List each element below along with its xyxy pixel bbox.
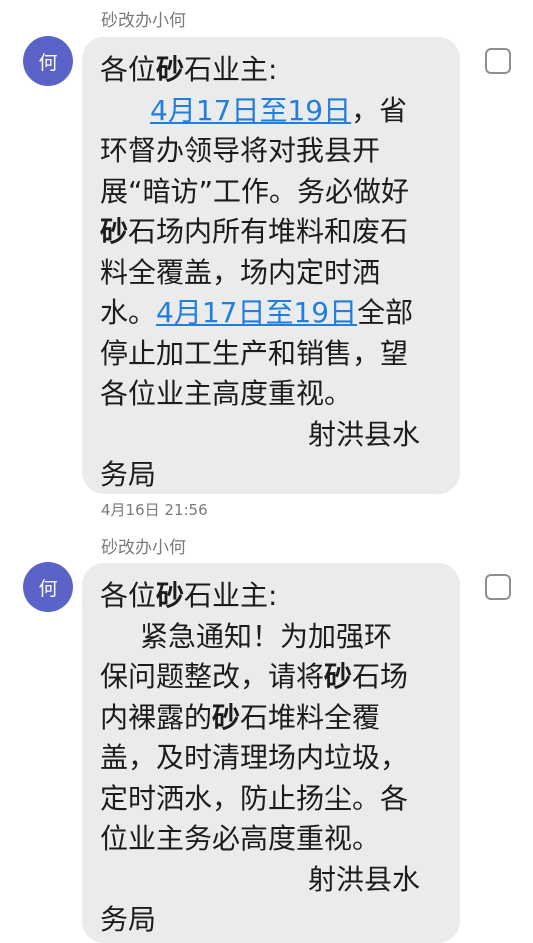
avatar[interactable]: 何 [23,36,73,86]
message-text: 紧急通知！为加强环 [140,619,393,653]
message-text: 石场内所有堆料和废石 [128,215,409,248]
message-text: 石业主: [184,579,278,612]
avatar[interactable]: 何 [23,562,73,612]
message-text-line: 环督办领导将对我县开 [100,131,442,172]
message-text: 务局 [100,458,157,491]
message-text-line: 4月17日至19日，省 [100,91,442,132]
select-checkbox[interactable] [485,574,511,600]
message-text: 全部 [357,296,414,329]
date-link[interactable]: 4月17日至19日 [156,296,357,329]
message-text-line: 紧急通知！为加强环 [100,617,442,658]
message-text: 内裸露的 [100,700,213,734]
message-signature-line: 射洪县水 [100,860,442,901]
date-link[interactable]: 4月17日至19日 [150,94,351,127]
message-text-line: 砂石场内所有堆料和废石 [100,212,442,253]
message-text: 盖，及时清理场内垃圾， [100,741,409,774]
message-text-line: 内裸露的砂石堆料全覆 [100,698,442,739]
message-text: 各位业主高度重视。 [100,377,353,410]
message-text-line: 位业主务必高度重视。 [100,819,442,860]
message-text: 各位 [100,53,157,86]
message-text: 保问题整改，请将 [100,660,325,693]
message-signature-line: 射洪县水 [100,415,442,456]
message-text-line: 务局 [100,455,442,494]
message-text: 定时洒水，防止扬尘。各 [100,781,409,815]
sender-name: 砂改办小何 [101,11,186,31]
message-text: 水。 [100,296,157,329]
message-text: 环督办领导将对我县开 [100,134,381,167]
message-text: 停止加工生产和销售，望 [100,336,409,370]
message-text: 各位 [100,579,157,612]
message-text: 石场 [352,660,409,693]
message-text: 砂 [324,660,353,693]
sender-name: 砂改办小何 [101,538,186,558]
message-text: 位业主务必高度重视。 [100,822,381,855]
message-text-line: 展“暗访”工作。务必做好 [100,172,442,213]
message-text: ，省 [351,93,408,127]
message-text: 砂 [100,215,129,248]
message-bubble[interactable]: 各位砂石业主: 紧急通知！为加强环 保问题整改，请将砂石场 内裸露的砂石堆料全覆 盖，及… [82,563,460,943]
message-text-line: 水。4月17日至19日全部 [100,293,442,334]
message-text-line: 务局 [100,900,442,941]
message-text-line: 各位业主高度重视。 [100,374,442,415]
select-checkbox[interactable] [485,48,511,74]
message-text: 砂 [156,53,185,86]
message-text-line: 停止加工生产和销售，望 [100,334,442,375]
message-text: 砂 [212,700,241,734]
message-text: 料全覆盖，场内定时洒 [100,255,381,289]
message-text: 石业主: [184,53,278,86]
message-text-line: 定时洒水，防止扬尘。各 [100,779,442,820]
message-bubble[interactable]: 各位砂石业主: 4月17日至19日，省 环督办领导将对我县开 展“暗访”工作。务必做好… [82,37,460,494]
message-text-line: 各位砂石业主: [100,50,442,91]
message-text: 展“暗访”工作。务必做好 [100,174,410,208]
message-text: 射洪县水 [308,417,421,451]
message-timestamp: 4月16日 21:56 [101,501,208,519]
message-text-line: 料全覆盖，场内定时洒 [100,253,442,294]
message-text-line: 各位砂石业主: [100,576,442,617]
message-text: 砂 [156,579,185,612]
message-text-line: 盖，及时清理场内垃圾， [100,738,442,779]
message-text: 务局 [100,903,157,936]
message-text: 射洪县水 [308,862,421,896]
message-text: 石堆料全覆 [240,700,381,734]
message-text-line: 保问题整改，请将砂石场 [100,657,442,698]
